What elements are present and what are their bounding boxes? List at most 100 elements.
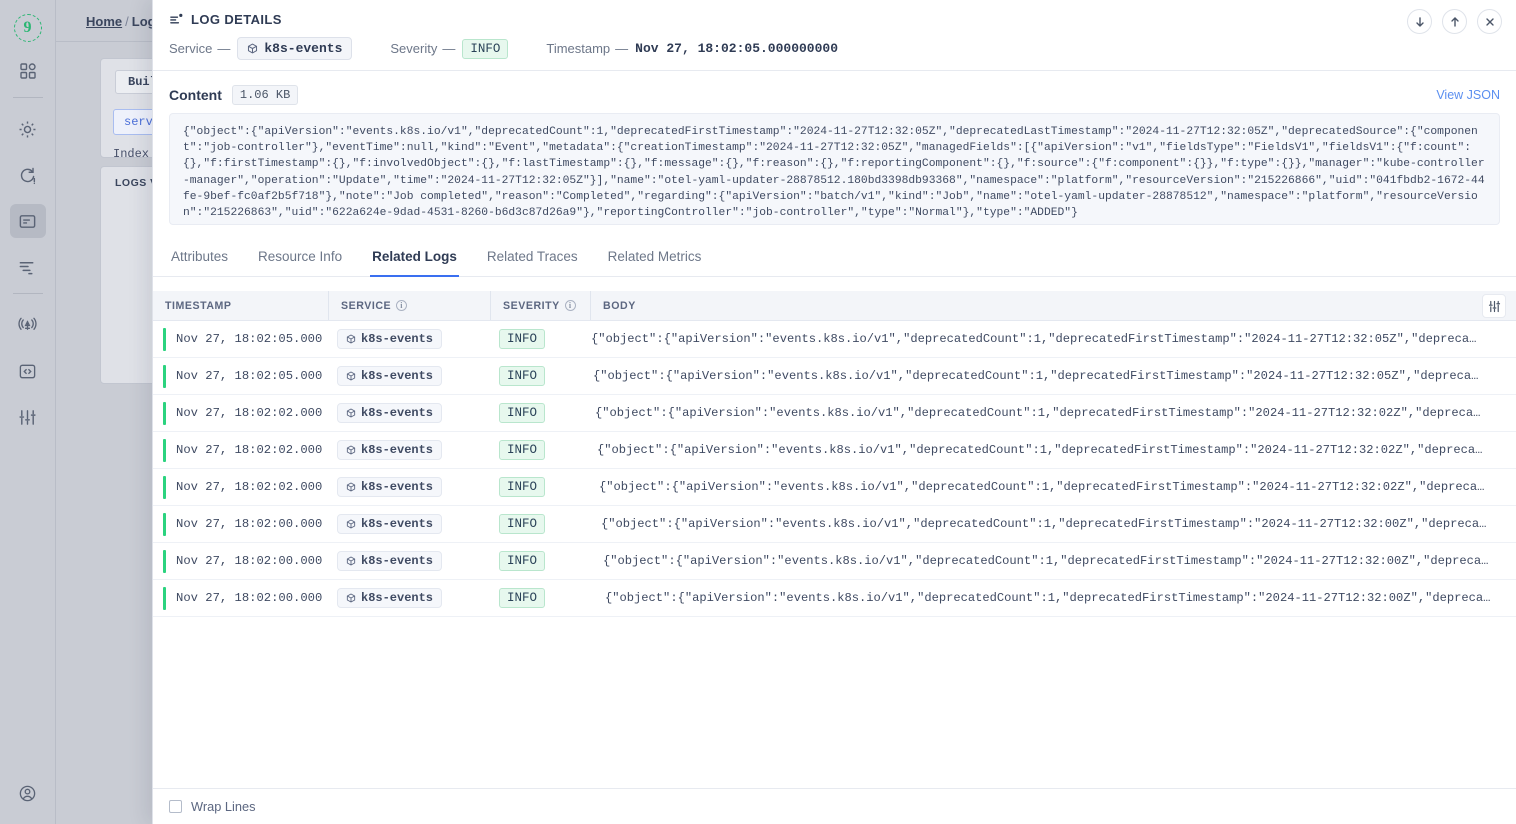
service-chip[interactable]: k8s-events (337, 588, 442, 608)
tab-attributes[interactable]: Attributes (169, 243, 230, 277)
cell-body: {"object":{"apiVersion":"events.k8s.io/v… (591, 591, 1516, 605)
column-header-service[interactable]: SERVICE i (329, 291, 491, 320)
signoz-logo-icon[interactable]: 9 (14, 14, 42, 42)
table-row[interactable]: Nov 27, 18:02:02.000k8s-eventsINFO{"obje… (153, 395, 1516, 432)
info-icon[interactable]: i (396, 300, 407, 311)
log-details-header: LOG DETAILS Service — k8s-events (153, 0, 1516, 71)
cell-severity: INFO (491, 514, 591, 534)
gear-icon[interactable] (10, 112, 46, 146)
table-row[interactable]: Nov 27, 18:02:02.000 k8s-events INFO{"obje… (153, 469, 1516, 506)
traces-icon[interactable] (10, 250, 46, 284)
cell-timestamp: Nov 27, 18:02:05.000 (153, 332, 329, 346)
column-header-severity[interactable]: SEVERITY i (491, 291, 591, 320)
table-row[interactable]: Nov 27, 18:02:00.000k8s-eventsINFO{"obje… (153, 506, 1516, 543)
table-row[interactable]: Nov 27, 18:02:05.000k8s-eventsINFO{"obje… (153, 321, 1516, 358)
cell-severity: INFO (491, 477, 591, 497)
exceptions-antenna-icon[interactable] (10, 308, 46, 342)
info-icon[interactable]: i (565, 300, 576, 311)
cell-service: k8s-events (329, 403, 491, 423)
table-row[interactable]: Nov 27, 18:02:00.000 k8s-events INFO{"obje… (153, 543, 1516, 580)
tab-related-metrics[interactable]: Related Metrics (606, 243, 704, 277)
service-chip[interactable]: k8s-events (337, 514, 442, 534)
severity-marker (163, 439, 166, 462)
cell-service: k8s-events (329, 551, 491, 571)
meta-dash: — (442, 41, 455, 56)
cell-service: k8s-events (329, 440, 491, 460)
service-chip-label: k8s-events (361, 332, 433, 346)
log-content-json[interactable]: {"object":{"apiVersion":"events.k8s.io/v… (169, 113, 1500, 225)
breadcrumb[interactable]: Home/Log (86, 14, 156, 29)
table-settings-button[interactable] (1482, 294, 1506, 318)
alerts-refresh-icon[interactable] (10, 158, 46, 192)
log-meta-row: Service — k8s-events Severity — IN (169, 37, 1500, 60)
timestamp-label: Timestamp (546, 41, 610, 56)
column-header-body[interactable]: BODY (591, 291, 1516, 320)
content-size-badge: 1.06 KB (232, 85, 298, 105)
cell-service: k8s-events (329, 588, 491, 608)
cell-body: {"object":{"apiVersion":"events.k8s.io/v… (591, 443, 1516, 457)
service-chip-label: k8s-events (361, 443, 433, 457)
table-header-row: TIMESTAMP SERVICE i SEVERITY i BODY (153, 291, 1516, 321)
service-chip-label: k8s-events (361, 517, 433, 531)
meta-severity: Severity — INFO (390, 39, 508, 59)
severity-badge: INFO (499, 440, 545, 460)
rail-divider-2 (13, 293, 43, 294)
view-json-link[interactable]: View JSON (1436, 88, 1500, 102)
table-row[interactable]: Nov 27, 18:02:00.000k8s-eventsINFO{"obje… (153, 580, 1516, 617)
cell-severity: INFO (491, 329, 591, 349)
service-chip-label: k8s-events (361, 369, 433, 383)
cube-icon (346, 334, 356, 344)
cube-icon (346, 556, 356, 566)
cell-timestamp: Nov 27, 18:02:02.000 (153, 480, 329, 494)
breadcrumb-home[interactable]: Home (86, 14, 122, 29)
service-chip[interactable]: k8s-events (337, 440, 442, 460)
tab-related-logs[interactable]: Related Logs (370, 243, 459, 277)
cell-body: {"object":{"apiVersion":"events.k8s.io/v… (591, 554, 1516, 568)
severity-marker (163, 476, 166, 499)
service-chip-label: k8s-events (361, 480, 433, 494)
service-chip[interactable]: k8s-events (337, 366, 442, 386)
content-label: Content (169, 87, 222, 103)
cell-timestamp: Nov 27, 18:02:00.000 (153, 517, 329, 531)
tab-related-traces[interactable]: Related Traces (485, 243, 580, 277)
logs-icon[interactable] (10, 204, 46, 238)
cell-body: {"object":{"apiVersion":"events.k8s.io/v… (591, 480, 1516, 494)
previous-log-button[interactable] (1442, 9, 1467, 34)
cell-severity: INFO (491, 551, 591, 571)
meta-service: Service — k8s-events (169, 37, 352, 60)
close-button[interactable] (1477, 9, 1502, 34)
timestamp-value: Nov 27, 18:02:05.000000000 (635, 41, 838, 56)
service-chip-label: k8s-events (361, 554, 433, 568)
cell-service: k8s-events (329, 514, 491, 534)
service-chip-label: k8s-events (264, 41, 342, 56)
service-chip[interactable]: k8s-events (337, 329, 442, 349)
wrap-lines-checkbox[interactable] (169, 800, 182, 813)
service-chip-label: k8s-events (361, 406, 433, 420)
settings-sliders-icon[interactable] (10, 400, 46, 434)
severity-marker (163, 550, 166, 573)
cell-timestamp: Nov 27, 18:02:00.000 (153, 591, 329, 605)
service-chip[interactable]: k8s-events (337, 477, 442, 497)
cube-icon (346, 519, 356, 529)
dashboard-grid-icon[interactable] (10, 54, 46, 88)
user-avatar-icon[interactable] (10, 776, 46, 810)
service-chip[interactable]: k8s-events (237, 37, 352, 60)
service-chip[interactable]: k8s-events (337, 551, 442, 571)
log-lines-icon (169, 12, 184, 27)
table-row[interactable]: Nov 27, 18:02:05.000k8s-eventsINFO{"obje… (153, 358, 1516, 395)
cube-icon (346, 593, 356, 603)
tab-resource-info[interactable]: Resource Info (256, 243, 344, 277)
header-actions (1407, 9, 1502, 34)
column-header-timestamp[interactable]: TIMESTAMP (153, 291, 329, 320)
severity-badge: INFO (462, 39, 508, 59)
cell-timestamp: Nov 27, 18:02:00.000 (153, 554, 329, 568)
severity-badge: INFO (499, 329, 545, 349)
messaging-queues-icon[interactable] (10, 354, 46, 388)
service-chip[interactable]: k8s-events (337, 403, 442, 423)
page-title: LOG DETAILS (169, 12, 1500, 27)
app-root: 9 (0, 0, 1516, 824)
wrap-lines-label: Wrap Lines (191, 799, 256, 814)
table-row[interactable]: Nov 27, 18:02:02.000k8s-eventsINFO{"obje… (153, 432, 1516, 469)
next-log-button[interactable] (1407, 9, 1432, 34)
severity-marker (163, 328, 166, 351)
